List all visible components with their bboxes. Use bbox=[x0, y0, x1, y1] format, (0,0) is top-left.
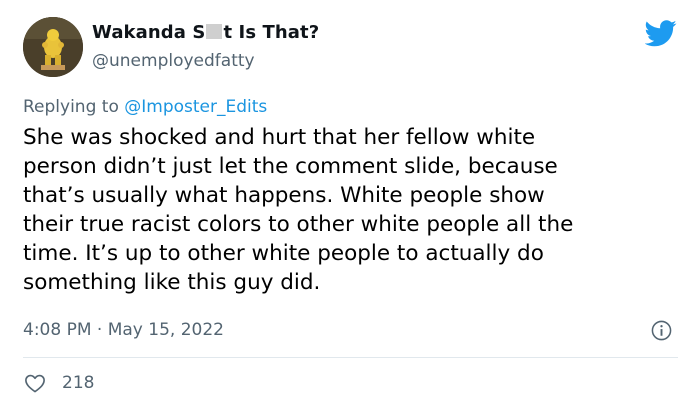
tweet-line: person didn’t just let the comment slide… bbox=[23, 154, 558, 179]
divider bbox=[23, 357, 678, 358]
tweet-line: their true racist colors to other white … bbox=[23, 212, 574, 237]
censor-block bbox=[206, 24, 223, 39]
display-name-start: Wakanda S bbox=[92, 22, 206, 43]
display-name[interactable]: Wakanda S t Is That? bbox=[92, 22, 319, 43]
reply-mention-link[interactable]: @Imposter_Edits bbox=[124, 97, 267, 117]
reply-prefix: Replying to bbox=[23, 97, 119, 117]
tweet-line: that’s usually what happens. White peopl… bbox=[23, 183, 545, 208]
tweet-line: time. It’s up to other white people to a… bbox=[23, 241, 544, 266]
tweet-line: something like this guy did. bbox=[23, 270, 321, 295]
replying-to: Replying to @Imposter_Edits bbox=[23, 97, 267, 117]
tweet-text: She was shocked and hurt that her fellow… bbox=[23, 123, 693, 297]
tweet-line: She was shocked and hurt that her fellow… bbox=[23, 125, 536, 150]
display-name-end: t Is That? bbox=[223, 22, 320, 43]
user-handle[interactable]: @unemployedfatty bbox=[92, 51, 255, 71]
twitter-bird-icon[interactable] bbox=[645, 20, 677, 47]
tweet-timestamp[interactable]: 4:08 PM · May 15, 2022 bbox=[23, 320, 224, 340]
heart-icon bbox=[25, 374, 45, 393]
like-count: 218 bbox=[62, 373, 95, 393]
avatar[interactable] bbox=[23, 17, 83, 77]
like-button[interactable]: 218 bbox=[24, 372, 94, 394]
info-icon[interactable] bbox=[651, 320, 672, 341]
